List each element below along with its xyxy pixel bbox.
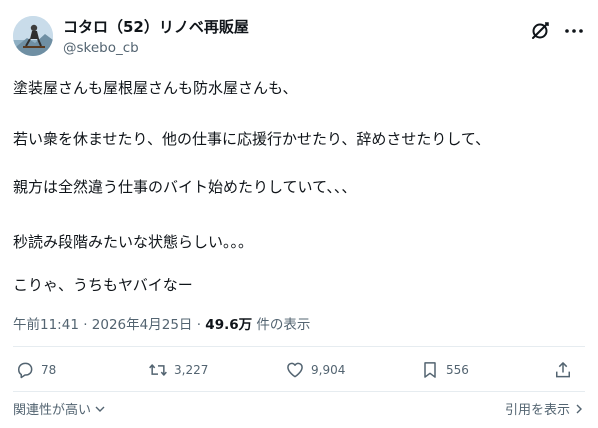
post-meta: 午前11:41 · 2026年4月25日 · 49.6万 件の表示 — [13, 316, 310, 334]
divider — [13, 391, 585, 392]
sort-label: 関連性が高い — [13, 403, 92, 418]
view-quotes-link[interactable]: 引用を表示 — [505, 399, 585, 418]
heart-icon — [287, 362, 303, 378]
retweet-button[interactable]: 3,227 — [148, 358, 208, 382]
chevron-down-icon — [95, 406, 105, 412]
post-line: 塗装屋さんも屋根屋さんも防水屋さんも、 — [13, 79, 298, 97]
reply-button[interactable]: 78 — [15, 358, 56, 382]
share-button[interactable] — [553, 358, 573, 382]
quotes-label: 引用を表示 — [504, 403, 570, 418]
author-handle[interactable]: @skebo_cb — [63, 39, 249, 58]
chevron-right-icon — [576, 404, 582, 413]
like-count: 9,904 — [311, 363, 346, 377]
author-info: コタロ（52）リノベ再販屋 @skebo_cb — [63, 17, 249, 58]
divider — [13, 346, 585, 347]
post-header: コタロ（52）リノベ再販屋 @skebo_cb — [13, 16, 585, 60]
retweet-count: 3,227 — [174, 363, 209, 377]
avatar[interactable] — [13, 16, 53, 56]
post-line: 秒読み段階みたいな状態らしい。。。 — [13, 233, 254, 251]
retweet-icon — [149, 364, 167, 376]
post-line: 親方は全然違う仕事のバイト始めたりしていて、、、 — [13, 178, 357, 196]
bookmark-count: 556 — [446, 363, 469, 377]
display-name[interactable]: コタロ（52）リノベ再販屋 — [63, 17, 249, 37]
post-line: こりゃ、うちもヤバイなー — [13, 276, 193, 294]
reply-icon — [18, 362, 33, 379]
post-timestamp[interactable]: 午前11:41 · 2026年4月25日 · — [13, 317, 201, 333]
grok-icon[interactable] — [529, 20, 551, 42]
like-button[interactable]: 9,904 — [285, 358, 345, 382]
post-line: 若い衆を休ませたり、他の仕事に応援行かせたり、辞めさせたりして、 — [13, 130, 491, 148]
bookmark-icon — [424, 362, 436, 378]
reply-count: 78 — [41, 363, 57, 377]
views-label: 件の表示 — [256, 317, 311, 333]
bookmark-button[interactable]: 556 — [420, 358, 469, 382]
views-count: 49.6万 — [205, 317, 253, 333]
action-bar: 78 3,227 9,904 556 — [13, 358, 585, 382]
post-footer: 関連性が高い 引用を表示 — [13, 399, 585, 419]
sort-dropdown[interactable]: 関連性が高い — [13, 399, 106, 418]
share-icon — [556, 362, 570, 378]
more-icon[interactable] — [563, 20, 585, 42]
